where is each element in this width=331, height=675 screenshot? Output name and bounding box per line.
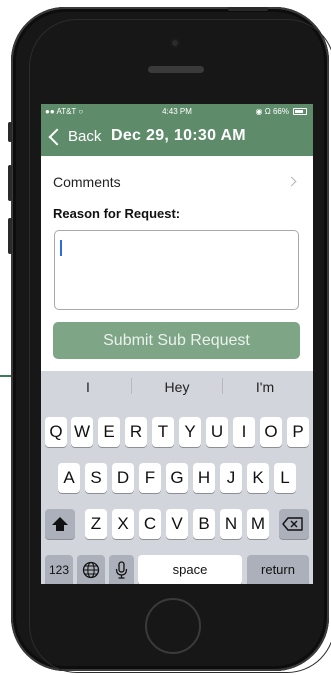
key-k[interactable]: K — [247, 463, 269, 493]
key-f[interactable]: F — [139, 463, 161, 493]
suggestion-divider — [222, 378, 223, 394]
key-x[interactable]: X — [112, 509, 134, 539]
key-n[interactable]: N — [220, 509, 242, 539]
space-key[interactable]: space — [138, 555, 242, 584]
key-i[interactable]: I — [233, 417, 255, 447]
key-m[interactable]: M — [247, 509, 269, 539]
suggestion-item[interactable]: Hey — [137, 379, 217, 395]
key-o[interactable]: O — [260, 417, 282, 447]
key-u[interactable]: U — [206, 417, 228, 447]
suggestion-divider — [131, 378, 132, 394]
microphone-key[interactable] — [109, 555, 134, 584]
comments-row[interactable]: Comments — [41, 166, 313, 196]
key-d[interactable]: D — [112, 463, 134, 493]
shift-key[interactable] — [45, 509, 75, 539]
globe-icon — [82, 561, 100, 579]
key-h[interactable]: H — [193, 463, 215, 493]
keyboard: I Hey I'm Q W E R T Y U I O P A S D F G … — [41, 371, 313, 584]
key-z[interactable]: Z — [85, 509, 107, 539]
backspace-key[interactable] — [279, 509, 309, 539]
key-v[interactable]: V — [166, 509, 188, 539]
key-c[interactable]: C — [139, 509, 161, 539]
reason-textarea[interactable] — [54, 230, 299, 310]
status-bar: ●● AT&T ○ 4:43 PM ◉ Ω 66% — [41, 104, 313, 120]
suggestion-item[interactable]: I'm — [225, 379, 305, 395]
comments-label: Comments — [53, 174, 121, 190]
headphones-icon: Ω — [264, 107, 271, 116]
home-button[interactable] — [145, 598, 201, 654]
mute-switch — [8, 122, 12, 142]
key-r[interactable]: R — [125, 417, 147, 447]
volume-up-button — [8, 165, 12, 201]
key-t[interactable]: T — [152, 417, 174, 447]
reason-label: Reason for Request: — [53, 206, 181, 221]
microphone-icon — [115, 561, 128, 579]
key-s[interactable]: S — [85, 463, 107, 493]
back-button[interactable]: Back — [45, 128, 101, 145]
key-y[interactable]: Y — [179, 417, 201, 447]
text-cursor — [60, 240, 62, 256]
chevron-left-icon — [48, 128, 66, 145]
page-title: Dec 29, 10:30 AM — [111, 127, 246, 144]
power-button — [228, 7, 268, 11]
earpiece-speaker — [148, 66, 204, 73]
numbers-key[interactable]: 123 — [45, 555, 73, 584]
chevron-right-icon — [286, 176, 297, 187]
key-w[interactable]: W — [71, 417, 93, 447]
key-g[interactable]: G — [166, 463, 188, 493]
submit-sub-request-button[interactable]: Submit Sub Request — [53, 322, 300, 359]
battery-percent: ◉ Ω 66% — [255, 107, 289, 116]
front-camera — [170, 38, 180, 48]
app-screen: ●● AT&T ○ 4:43 PM ◉ Ω 66% Back Dec 29, 1… — [41, 104, 313, 584]
key-e[interactable]: E — [98, 417, 120, 447]
alarm-icon: ◉ — [255, 107, 263, 116]
key-j[interactable]: J — [220, 463, 242, 493]
globe-key[interactable] — [77, 555, 105, 584]
volume-down-button — [8, 218, 12, 254]
key-p[interactable]: P — [287, 417, 309, 447]
navigation-bar: Back Dec 29, 10:30 AM — [41, 120, 313, 156]
return-key[interactable]: return — [247, 555, 309, 584]
key-a[interactable]: A — [58, 463, 80, 493]
shift-icon — [52, 517, 68, 531]
key-b[interactable]: B — [193, 509, 215, 539]
suggestion-item[interactable]: I — [48, 379, 128, 395]
backspace-icon — [282, 517, 303, 531]
key-q[interactable]: Q — [45, 417, 67, 447]
key-l[interactable]: L — [274, 463, 296, 493]
battery-icon — [293, 108, 307, 115]
back-label: Back — [68, 128, 102, 145]
suggestion-bar: I Hey I'm — [41, 371, 313, 401]
